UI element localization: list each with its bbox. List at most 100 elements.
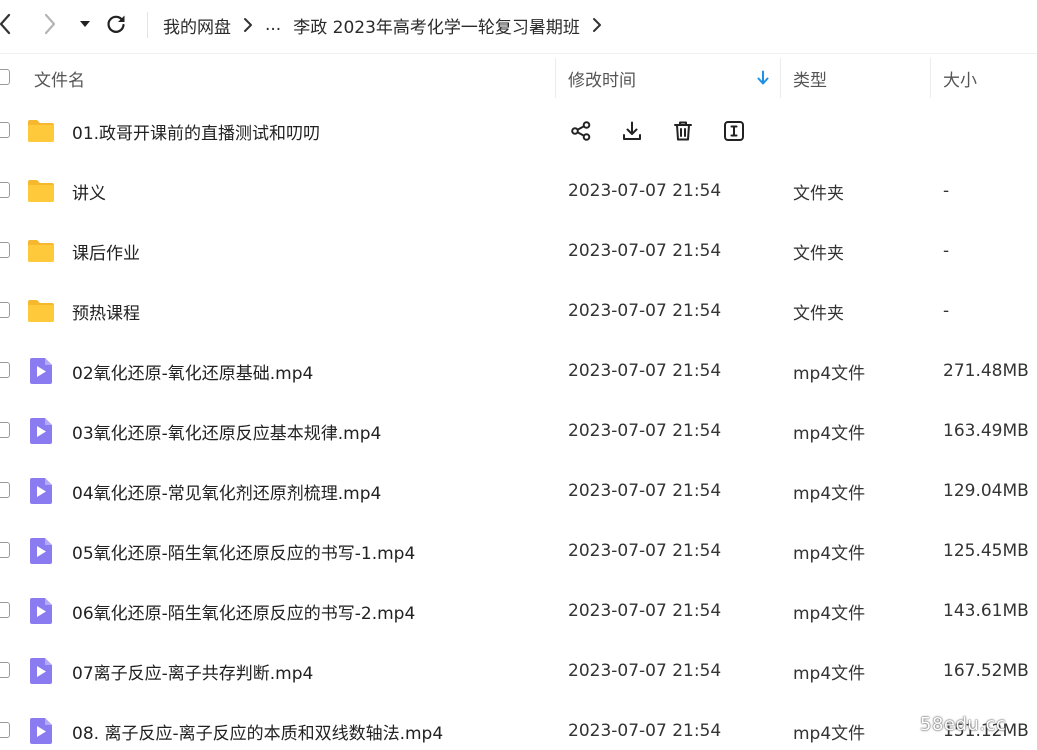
chevron-right-icon: [44, 13, 56, 35]
row-checkbox[interactable]: [0, 182, 10, 198]
table-row[interactable]: 讲义 2023-07-07 21:54 文件夹 -: [0, 161, 1037, 221]
row-checkbox[interactable]: [0, 542, 10, 558]
history-dropdown-button[interactable]: [72, 10, 98, 38]
table-row[interactable]: 06氧化还原-陌生氧化还原反应的书写-2.mp4 2023-07-07 21:5…: [0, 581, 1037, 641]
refresh-icon: [107, 15, 125, 33]
file-type: 文件夹: [793, 183, 844, 204]
file-size: 143.61MB: [943, 601, 1029, 621]
column-divider: [555, 58, 556, 98]
table-row[interactable]: 04氧化还原-常见氧化剂还原剂梳理.mp4 2023-07-07 21:54 m…: [0, 461, 1037, 521]
file-name[interactable]: 01.政哥开课前的直播测试和叨叨: [72, 101, 320, 161]
file-type: 文件夹: [793, 243, 844, 264]
share-button[interactable]: [568, 118, 594, 144]
table-row[interactable]: 01.政哥开课前的直播测试和叨叨: [0, 101, 1037, 161]
video-file-icon: [30, 538, 52, 564]
file-modified-time: 2023-07-07 21:54: [568, 181, 722, 201]
nav-divider: [147, 12, 148, 38]
file-type: mp4文件: [793, 423, 866, 444]
file-modified-time: 2023-07-07 21:54: [568, 241, 722, 261]
delete-icon: [674, 121, 692, 141]
file-name[interactable]: 07离子反应-离子共存判断.mp4: [72, 641, 313, 701]
row-checkbox[interactable]: [0, 362, 10, 378]
share-icon: [571, 121, 591, 141]
column-divider: [780, 58, 781, 98]
row-checkbox[interactable]: [0, 482, 10, 498]
file-name[interactable]: 08. 离子反应-离子反应的本质和双线数轴法.mp4: [72, 701, 443, 750]
row-checkbox[interactable]: [0, 242, 10, 258]
video-file-icon: [30, 718, 52, 744]
column-header-name[interactable]: 文件名: [34, 54, 85, 102]
back-button[interactable]: [0, 10, 18, 38]
file-size: 125.45MB: [943, 541, 1029, 561]
folder-icon: [28, 180, 54, 202]
video-file-icon: [30, 358, 52, 384]
video-file-icon: [30, 478, 52, 504]
file-name[interactable]: 课后作业: [72, 221, 140, 281]
download-button[interactable]: [619, 118, 645, 144]
select-all-checkbox[interactable]: [0, 69, 10, 85]
breadcrumb-root[interactable]: 我的网盘: [163, 13, 231, 38]
table-row[interactable]: 预热课程 2023-07-07 21:54 文件夹 -: [0, 281, 1037, 341]
file-name[interactable]: 预热课程: [72, 281, 140, 341]
video-file-icon: [30, 418, 52, 444]
file-modified-time: 2023-07-07 21:54: [568, 301, 722, 321]
file-name[interactable]: 02氧化还原-氧化还原基础.mp4: [72, 341, 313, 401]
column-header-type[interactable]: 类型: [793, 54, 827, 102]
delete-button[interactable]: [670, 118, 696, 144]
column-header-size[interactable]: 大小: [943, 54, 977, 102]
column-header-modified[interactable]: 修改时间: [568, 54, 636, 102]
video-file-icon: [30, 598, 52, 624]
file-modified-time: 2023-07-07 21:54: [568, 541, 722, 561]
row-checkbox[interactable]: [0, 722, 10, 738]
file-modified-time: 2023-07-07 21:54: [568, 481, 722, 501]
forward-button[interactable]: [37, 10, 63, 38]
row-checkbox[interactable]: [0, 122, 10, 138]
refresh-button[interactable]: [103, 10, 129, 38]
table-row[interactable]: 08. 离子反应-离子反应的本质和双线数轴法.mp4 2023-07-07 21…: [0, 701, 1037, 750]
breadcrumb-ellipsis[interactable]: ...: [265, 15, 281, 35]
row-checkbox[interactable]: [0, 602, 10, 618]
file-type: mp4文件: [793, 723, 866, 744]
row-checkbox[interactable]: [0, 422, 10, 438]
table-row[interactable]: 05氧化还原-陌生氧化还原反应的书写-1.mp4 2023-07-07 21:5…: [0, 521, 1037, 581]
file-manager-window: 我的网盘 ... 李政 2023年高考化学一轮复习暑期班 文件名 修改时间 类型…: [0, 0, 1037, 750]
folder-icon: [28, 120, 54, 142]
row-actions: [568, 101, 772, 161]
rename-icon: [724, 121, 744, 141]
file-type: mp4文件: [793, 363, 866, 384]
table-row[interactable]: 课后作业 2023-07-07 21:54 文件夹 -: [0, 221, 1037, 281]
arrow-down-icon: [757, 70, 769, 85]
file-type: mp4文件: [793, 663, 866, 684]
breadcrumb-current[interactable]: 李政 2023年高考化学一轮复习暑期班: [293, 13, 580, 38]
breadcrumb: 我的网盘 ... 李政 2023年高考化学一轮复习暑期班: [163, 0, 614, 50]
breadcrumb-separator-icon: [592, 17, 602, 33]
table-header: 文件名 修改时间 类型 大小: [0, 53, 1037, 102]
table-row[interactable]: 03氧化还原-氧化还原反应基本规律.mp4 2023-07-07 21:54 m…: [0, 401, 1037, 461]
file-name[interactable]: 06氧化还原-陌生氧化还原反应的书写-2.mp4: [72, 581, 415, 641]
rename-button[interactable]: [721, 118, 747, 144]
file-name[interactable]: 讲义: [72, 161, 106, 221]
table-row[interactable]: 02氧化还原-氧化还原基础.mp4 2023-07-07 21:54 mp4文件…: [0, 341, 1037, 401]
table-row[interactable]: 07离子反应-离子共存判断.mp4 2023-07-07 21:54 mp4文件…: [0, 641, 1037, 701]
file-name[interactable]: 05氧化还原-陌生氧化还原反应的书写-1.mp4: [72, 521, 415, 581]
file-type: mp4文件: [793, 603, 866, 624]
file-name[interactable]: 04氧化还原-常见氧化剂还原剂梳理.mp4: [72, 461, 381, 521]
file-size: 271.48MB: [943, 361, 1029, 381]
sort-direction-button[interactable]: [757, 54, 769, 102]
file-name[interactable]: 03氧化还原-氧化还原反应基本规律.mp4: [72, 401, 381, 461]
file-type: 文件夹: [793, 303, 844, 324]
file-modified-time: 2023-07-07 21:54: [568, 601, 722, 621]
row-checkbox[interactable]: [0, 302, 10, 318]
file-modified-time: 2023-07-07 21:54: [568, 721, 722, 741]
breadcrumb-separator-icon: [243, 17, 253, 33]
file-size: 167.52MB: [943, 661, 1029, 681]
video-file-icon: [30, 658, 52, 684]
file-modified-time: 2023-07-07 21:54: [568, 661, 722, 681]
file-type: mp4文件: [793, 543, 866, 564]
file-size: 163.49MB: [943, 421, 1029, 441]
download-icon: [623, 121, 641, 140]
row-checkbox[interactable]: [0, 662, 10, 678]
file-type: mp4文件: [793, 483, 866, 504]
column-divider: [930, 58, 931, 98]
file-size: -: [943, 241, 950, 261]
